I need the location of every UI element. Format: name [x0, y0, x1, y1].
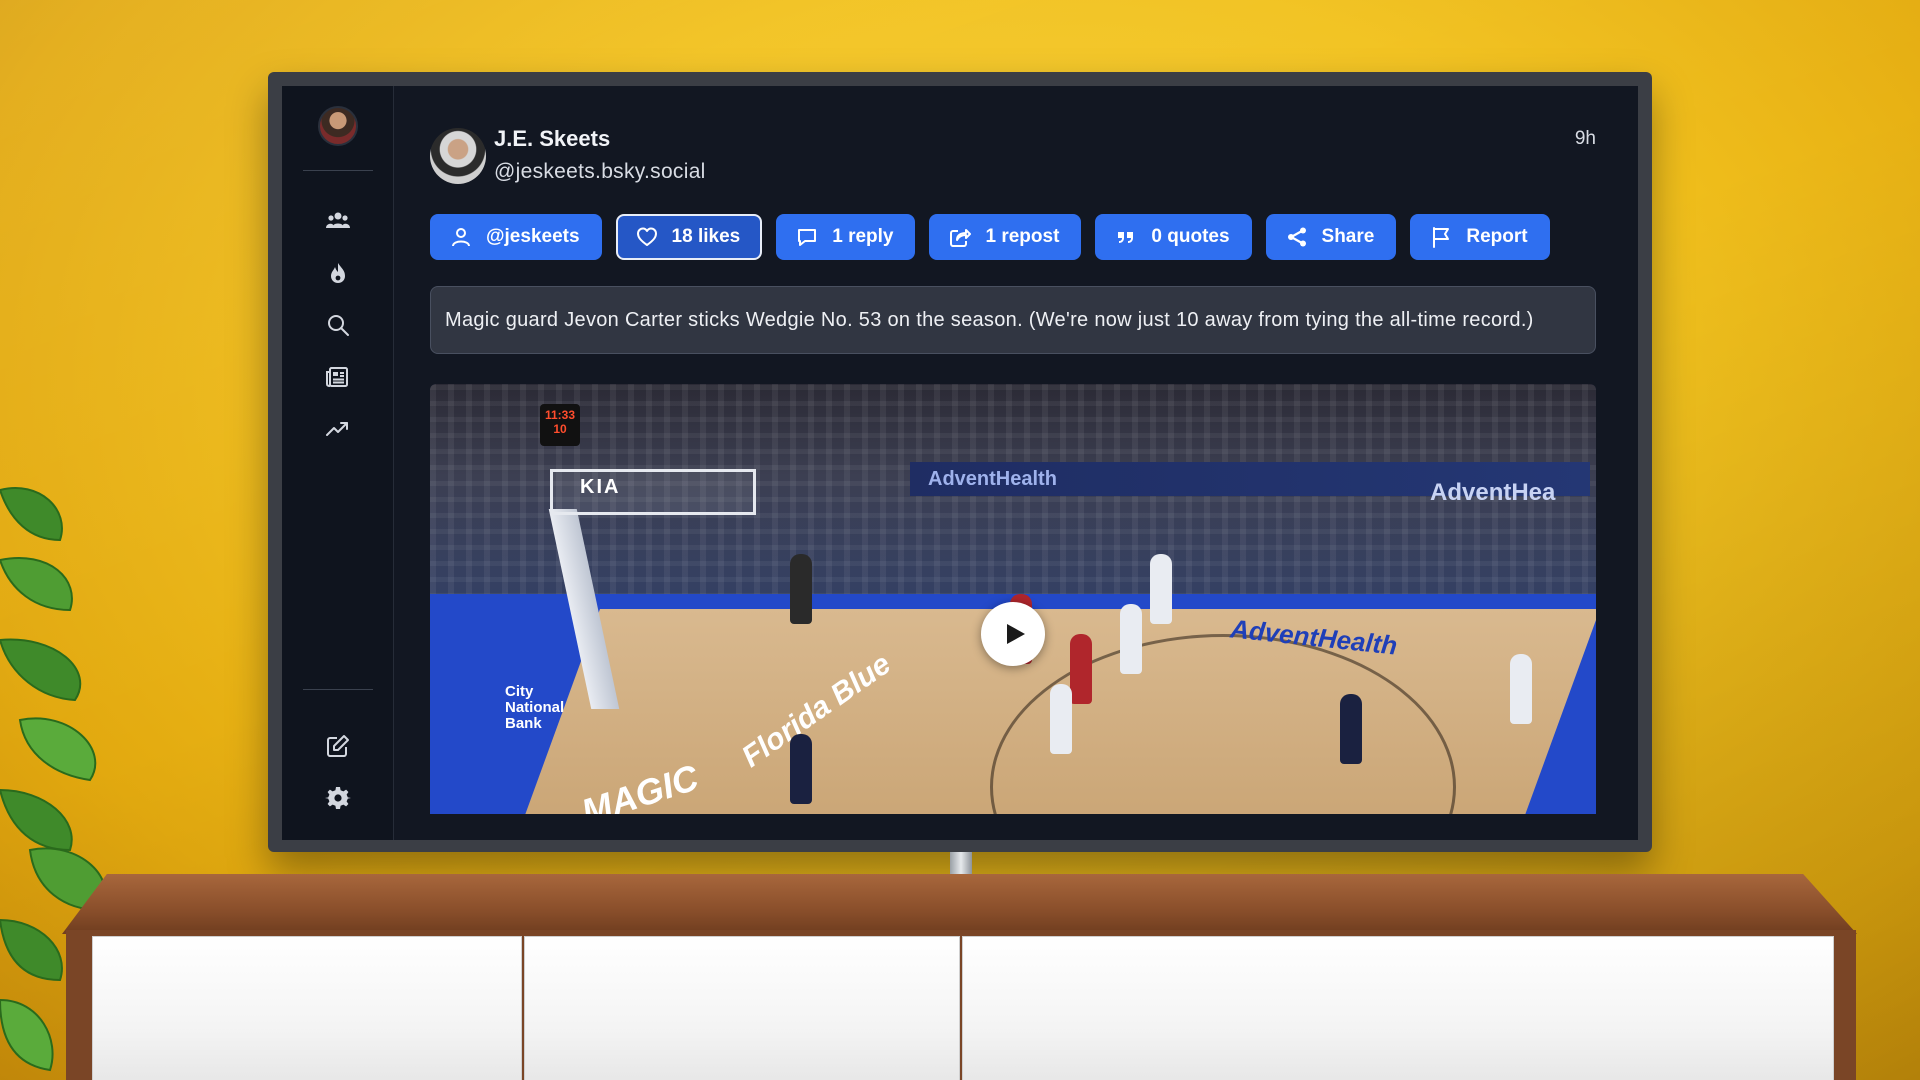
trending-icon	[325, 422, 348, 436]
sidebar-item-hot[interactable]	[318, 253, 358, 293]
author-name: J.E. Skeets	[494, 126, 611, 151]
court-text-bank: City National Bank	[505, 683, 565, 732]
referee	[790, 554, 812, 624]
player	[1050, 684, 1072, 754]
living-room-scene: J.E. Skeets @jeskeets.bsky.social 9h @je…	[0, 0, 1920, 1080]
compose-icon	[326, 735, 349, 757]
video-banner-right: AdventHea	[1430, 479, 1556, 506]
post-header: J.E. Skeets @jeskeets.bsky.social 9h	[430, 126, 1596, 184]
sidebar-item-search[interactable]	[318, 305, 358, 345]
cabinet-top	[62, 874, 1857, 934]
play-button[interactable]	[981, 602, 1045, 666]
player	[1510, 654, 1532, 724]
flag-icon	[1433, 227, 1450, 248]
profile-button[interactable]: @jeskeets	[430, 214, 602, 260]
flame-icon	[330, 263, 345, 283]
shot-clock-seconds: 10	[553, 422, 567, 436]
profile-button-label: @jeskeets	[486, 226, 580, 247]
sidebar-divider-bottom	[302, 689, 373, 690]
user-icon	[452, 228, 470, 247]
post-detail: J.E. Skeets @jeskeets.bsky.social 9h @je…	[394, 86, 1638, 840]
share-button-label: Share	[1321, 226, 1375, 247]
author-handle: @jeskeets.bsky.social	[494, 160, 706, 183]
hoop-brand: KIA	[580, 476, 621, 498]
tv-screen: J.E. Skeets @jeskeets.bsky.social 9h @je…	[282, 86, 1638, 840]
post-actions: @jeskeets 18 likes 1 reply 1 repost 0 qu…	[430, 214, 1596, 260]
player	[1120, 604, 1142, 674]
cabinet-door-right	[962, 936, 1834, 1080]
like-button-label: 18 likes	[671, 226, 741, 247]
quotes-button[interactable]: 0 quotes	[1095, 214, 1252, 260]
post-timestamp: 9h	[1574, 128, 1596, 149]
player	[1150, 554, 1172, 624]
sidebar-item-compose[interactable]	[318, 726, 358, 766]
sidebar-item-settings[interactable]	[318, 778, 358, 818]
sidebar-divider	[302, 170, 373, 171]
player	[790, 734, 812, 804]
video-player[interactable]: AdventHealth AdventHea 11:33 10 KIA Flor…	[430, 384, 1596, 814]
cabinet-door-middle	[524, 936, 960, 1080]
reply-button[interactable]: 1 reply	[776, 214, 916, 260]
repost-button-label: 1 repost	[985, 226, 1060, 247]
report-button[interactable]: Report	[1410, 214, 1550, 260]
repost-button[interactable]: 1 repost	[929, 214, 1082, 260]
author-avatar[interactable]	[430, 128, 486, 184]
quotes-button-label: 0 quotes	[1151, 226, 1230, 247]
newspaper-icon	[325, 367, 348, 387]
share-icon	[1287, 227, 1306, 247]
heart-icon	[636, 227, 657, 246]
repost-icon	[950, 229, 972, 247]
sidebar-item-feeds[interactable]	[318, 357, 358, 397]
reply-button-label: 1 reply	[832, 226, 894, 247]
like-button[interactable]: 18 likes	[615, 214, 763, 260]
users-icon	[325, 212, 350, 228]
sidebar	[282, 86, 394, 840]
report-button-label: Report	[1466, 226, 1528, 247]
player	[1070, 634, 1092, 704]
sidebar-item-following[interactable]	[318, 201, 358, 241]
quote-icon	[1118, 232, 1134, 243]
shot-clock: 11:33 10	[540, 404, 580, 446]
shot-clock-time: 11:33	[544, 408, 576, 422]
sidebar-item-trending[interactable]	[318, 409, 358, 449]
post-text: Magic guard Jevon Carter sticks Wedgie N…	[430, 286, 1596, 354]
author-info: J.E. Skeets @jeskeets.bsky.social	[494, 126, 706, 184]
user-avatar[interactable]	[317, 106, 358, 146]
play-icon	[1007, 624, 1025, 644]
cabinet-door-left	[92, 936, 522, 1080]
share-button[interactable]: Share	[1265, 214, 1397, 260]
player	[1340, 694, 1362, 764]
comment-icon	[798, 229, 817, 246]
search-icon	[327, 315, 349, 336]
gear-icon	[324, 787, 351, 809]
